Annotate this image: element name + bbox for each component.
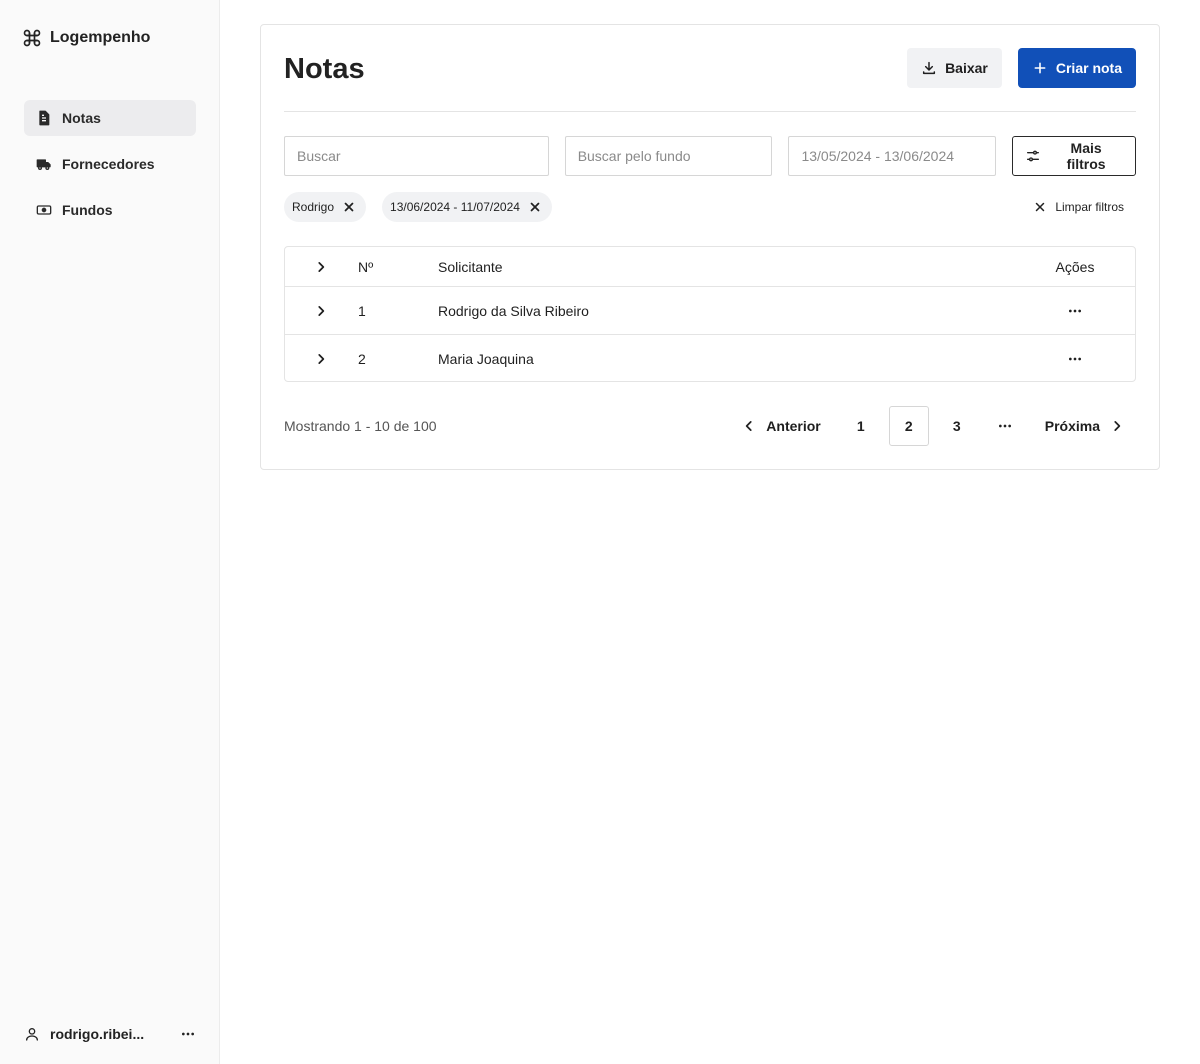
sidebar-item-fornecedores[interactable]: Fornecedores <box>24 146 196 182</box>
expand-cell <box>285 304 358 318</box>
page-button-2[interactable]: 2 <box>888 406 929 446</box>
next-label: Próxima <box>1044 418 1100 434</box>
cell-requester: Maria Joaquina <box>438 350 534 367</box>
create-note-label: Criar nota <box>1055 60 1122 76</box>
sidebar-item-label: Notas <box>62 110 101 126</box>
download-label: Baixar <box>945 60 988 76</box>
clear-filters-label: Limpar filtros <box>1055 200 1124 214</box>
user-profile[interactable]: rodrigo.ribei... <box>24 1026 144 1042</box>
pagination: Anterior 1 2 3 Próxima <box>730 406 1136 446</box>
more-filters-label: Mais filtros <box>1066 140 1106 172</box>
cell-requester: Rodrigo da Silva Ribeiro <box>438 302 589 319</box>
page-title: Notas <box>284 53 365 85</box>
close-icon <box>1036 202 1045 212</box>
command-icon <box>23 29 41 47</box>
table-header: Nº Solicitante Ações <box>285 247 1135 286</box>
filter-chip: Rodrigo <box>284 192 367 222</box>
truck-icon <box>36 159 51 170</box>
chevron-right-icon <box>1114 421 1121 431</box>
sliders-icon <box>1027 150 1040 162</box>
sidebar-nav: Notas Fornecedores Fundos <box>24 100 196 238</box>
chevron-left-icon <box>746 421 752 431</box>
page-ellipsis[interactable] <box>985 406 1025 446</box>
cell-number: 1 <box>358 302 366 319</box>
download-icon <box>922 61 936 75</box>
more-options-icon[interactable] <box>180 1026 196 1042</box>
chevron-right-icon[interactable] <box>314 304 328 318</box>
user-menu: rodrigo.ribei... <box>24 1026 196 1042</box>
cash-icon <box>36 205 52 215</box>
sidebar: Logempenho Notas Fornecedores Fundos rod… <box>0 0 220 1064</box>
sidebar-item-label: Fundos <box>62 202 113 218</box>
row-actions <box>1015 303 1135 319</box>
brand[interactable]: Logempenho <box>22 28 150 48</box>
showing-count: Mostrando 1 - 10 de 100 <box>284 418 437 434</box>
chevron-right-icon[interactable] <box>314 260 328 274</box>
document-icon <box>39 110 50 126</box>
table-footer: Mostrando 1 - 10 de 100 Anterior 1 2 3 P… <box>284 406 1136 446</box>
column-header-requester: Solicitante <box>438 258 503 275</box>
ellipsis-icon <box>998 424 1011 428</box>
more-filters-button[interactable]: Mais filtros <box>1012 136 1136 176</box>
download-button[interactable]: Baixar <box>907 48 1002 88</box>
user-name: rodrigo.ribei... <box>50 1026 145 1042</box>
more-options-icon[interactable] <box>1067 303 1083 319</box>
page-button-3[interactable]: 3 <box>937 406 977 446</box>
active-filters: Rodrigo 13/06/2024 - 11/07/2024 Limpar f… <box>284 192 1136 222</box>
previous-label: Anterior <box>766 418 821 434</box>
sidebar-item-fundos[interactable]: Fundos <box>24 192 196 228</box>
create-note-button[interactable]: Criar nota <box>1017 48 1136 88</box>
filter-chip: 13/06/2024 - 11/07/2024 <box>382 192 552 222</box>
notes-table: Nº Solicitante Ações 1 Rodrigo da Silva … <box>284 246 1136 382</box>
user-icon <box>26 1028 38 1041</box>
fund-search-input[interactable] <box>564 136 773 176</box>
cell-number: 2 <box>358 350 366 367</box>
column-header-actions: Ações <box>1055 258 1095 275</box>
table-row: 2 Maria Joaquina <box>285 334 1135 381</box>
expand-all-cell <box>285 260 358 274</box>
page-button-1[interactable]: 1 <box>841 406 881 446</box>
date-range-input[interactable] <box>788 136 997 176</box>
chip-label: 13/06/2024 - 11/07/2024 <box>390 200 520 214</box>
filter-chips: Rodrigo 13/06/2024 - 11/07/2024 <box>284 192 552 222</box>
close-icon[interactable] <box>528 200 542 214</box>
header-actions: Baixar Criar nota <box>907 48 1136 88</box>
column-header-number: Nº <box>358 258 374 275</box>
sidebar-item-label: Fornecedores <box>62 156 155 172</box>
notes-card: Notas Baixar Criar nota Buscar Buscar pe… <box>260 24 1160 470</box>
chip-label: Rodrigo <box>292 200 335 214</box>
plus-icon <box>1034 62 1046 74</box>
chevron-right-icon[interactable] <box>314 352 328 366</box>
close-icon[interactable] <box>342 200 356 214</box>
expand-cell <box>285 352 358 366</box>
filters-bar: Mais filtros <box>284 136 1136 176</box>
main-content: Notas Baixar Criar nota Buscar Buscar pe… <box>220 0 1200 1064</box>
table-row: 1 Rodrigo da Silva Ribeiro <box>285 286 1135 334</box>
search-input[interactable] <box>284 136 549 176</box>
brand-name: Logempenho <box>50 29 151 46</box>
row-actions <box>1015 351 1135 367</box>
previous-page-button[interactable]: Anterior <box>730 406 832 446</box>
clear-filters-button[interactable]: Limpar filtros <box>1033 200 1136 214</box>
sidebar-item-notas[interactable]: Notas <box>24 100 196 136</box>
more-options-icon[interactable] <box>1067 351 1083 367</box>
app-root: Logempenho Notas Fornecedores Fundos rod… <box>0 0 1200 1064</box>
next-page-button[interactable]: Próxima <box>1033 406 1136 446</box>
card-header: Notas Baixar Criar nota <box>284 48 1136 112</box>
